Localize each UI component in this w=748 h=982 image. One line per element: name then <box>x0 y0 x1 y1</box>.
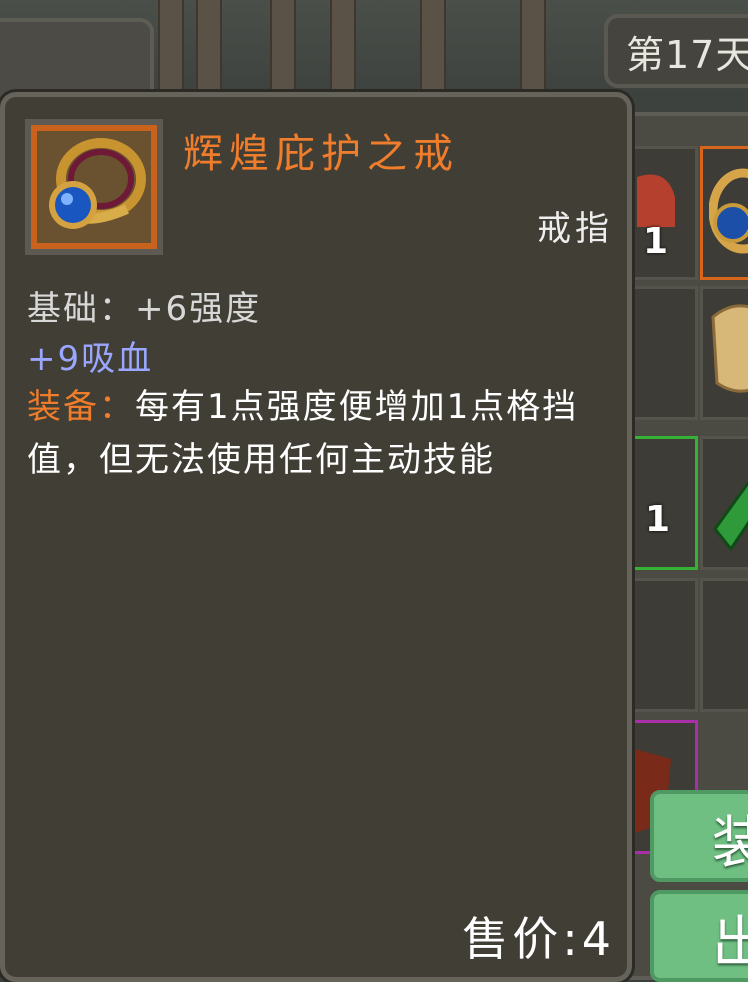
equip-button[interactable]: 装 <box>650 790 748 882</box>
bonus-stat: +9吸血 <box>27 339 154 379</box>
fence-post <box>196 0 222 95</box>
item-icon-frame <box>25 119 163 255</box>
inventory-slot[interactable] <box>700 146 748 280</box>
inventory-slot[interactable] <box>700 286 748 420</box>
equip-button-label: 装 <box>712 811 748 876</box>
inventory-slot[interactable]: 1 <box>632 436 698 570</box>
inventory-slot[interactable] <box>632 286 698 420</box>
potion-icon <box>637 174 675 227</box>
sell-price: 售价:4 <box>462 912 615 966</box>
item-tooltip-panel: 辉煌庇护之戒 戒指 基础：+6强度 +9吸血 装备：每有1点强度便增加1点格挡值… <box>0 92 632 982</box>
fence-post <box>520 0 546 95</box>
base-stat: 基础：+6强度 <box>27 289 262 329</box>
fence-post <box>420 0 446 95</box>
green-crystal-icon <box>713 480 748 552</box>
fence-post <box>270 0 296 95</box>
item-name: 辉煌庇护之戒 <box>183 131 459 177</box>
sell-button-label: 出 <box>712 911 748 976</box>
sell-button[interactable]: 出 <box>650 890 748 982</box>
item-icon-bg <box>37 131 151 243</box>
day-label: 第17天 <box>626 33 748 77</box>
item-count: 1 <box>645 499 671 540</box>
fence-post <box>158 0 184 95</box>
inventory-slot[interactable] <box>700 578 748 712</box>
scroll-icon <box>711 304 748 393</box>
item-type: 戒指 <box>537 209 613 249</box>
fence-post <box>330 0 356 95</box>
gold-ring-blue-gem-icon <box>49 138 146 229</box>
inventory-slot[interactable] <box>700 436 748 570</box>
equip-effect-label: 装备： <box>27 387 135 427</box>
gold-ring-icon <box>709 168 748 254</box>
inventory-slot[interactable] <box>632 578 698 712</box>
equip-effect: 装备：每有1点强度便增加1点格挡值，但无法使用任何主动技能 <box>27 381 597 487</box>
item-count: 1 <box>643 221 669 262</box>
day-counter: 第17天 <box>604 14 748 88</box>
inventory-slot[interactable]: 1 <box>632 146 698 280</box>
